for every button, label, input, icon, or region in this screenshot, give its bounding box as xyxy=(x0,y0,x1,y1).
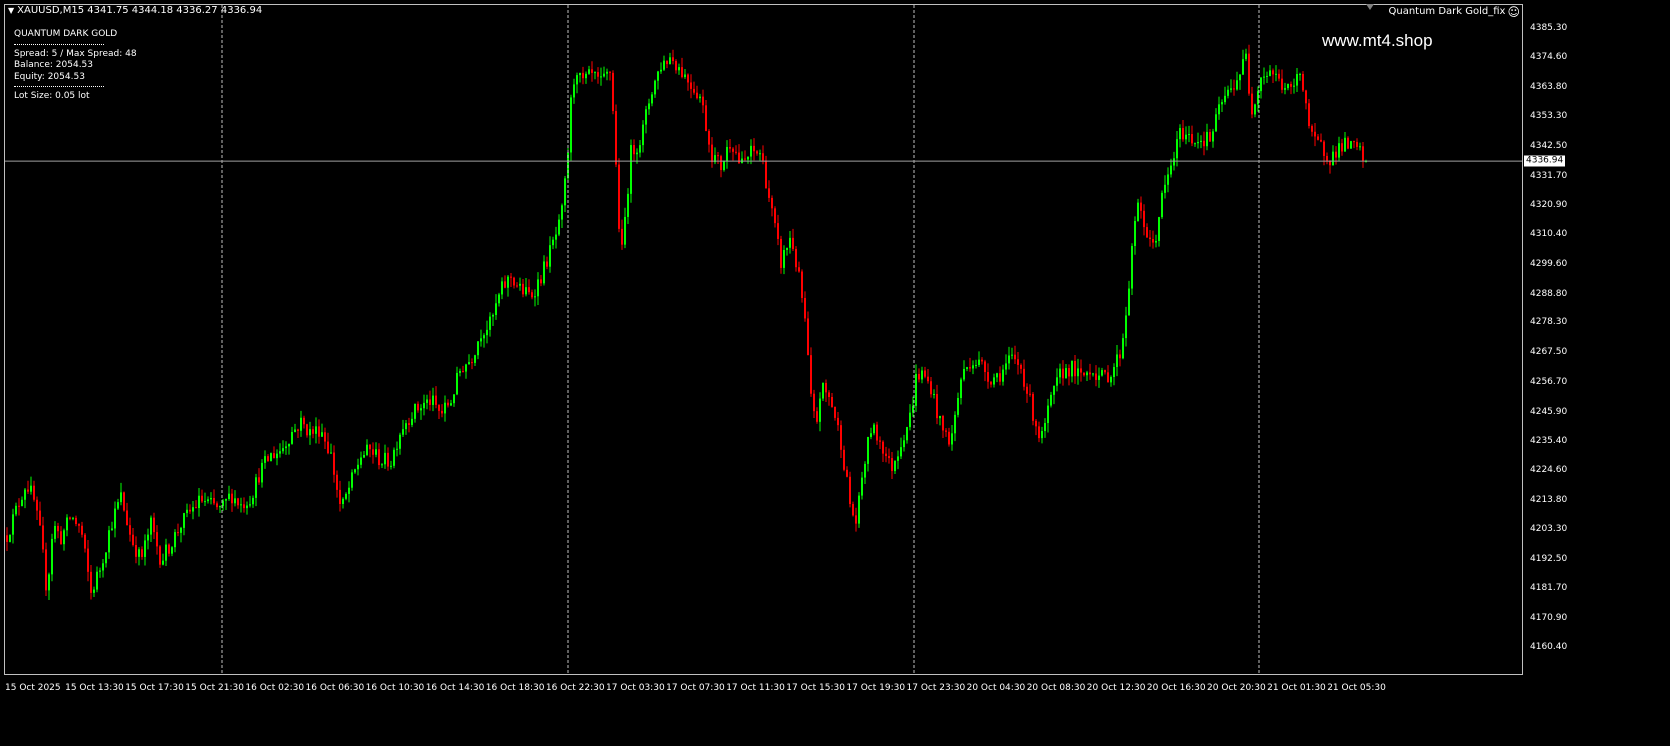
balance-text: Balance: 2054.53 xyxy=(14,60,94,70)
time-axis-label: 17 Oct 07:30 xyxy=(666,683,725,693)
time-axis-label: 16 Oct 14:30 xyxy=(425,683,485,693)
time-axis-label: 17 Oct 03:30 xyxy=(606,683,665,693)
time-axis-label: 20 Oct 16:30 xyxy=(1146,683,1206,693)
spread-text: Spread: 5 / Max Spread: 48 xyxy=(14,48,137,59)
time-axis-label: 21 Oct 05:30 xyxy=(1327,683,1386,693)
smile-icon: ☺ xyxy=(1507,4,1520,19)
price-axis-label: 4192.50 xyxy=(1530,553,1568,564)
time-axis-label: 17 Oct 15:30 xyxy=(786,683,845,693)
time-axis-label: 16 Oct 10:30 xyxy=(365,683,425,693)
price-axis-label: 4363.80 xyxy=(1530,82,1568,93)
price-axis-label: 4310.40 xyxy=(1530,229,1568,240)
price-axis-label: 4299.60 xyxy=(1530,258,1568,269)
equity-text: Equity: 2054.53 xyxy=(14,71,85,82)
chart-menu-icon[interactable]: ▼ xyxy=(8,6,14,15)
panel-title: QUANTUM DARK GOLD xyxy=(14,29,118,39)
price-axis-label: 4385.30 xyxy=(1530,23,1568,33)
symbol-header[interactable]: ▼ XAUUSD,M15 4341.75 4344.18 4336.27 433… xyxy=(8,5,262,16)
price-axis-label: 4374.60 xyxy=(1530,52,1568,63)
price-axis-label: 4213.80 xyxy=(1530,495,1568,506)
time-axis-label: 15 Oct 17:30 xyxy=(125,683,184,693)
time-axis-label: 20 Oct 04:30 xyxy=(966,683,1026,693)
symbol-info: XAUUSD,M15 4341.75 4344.18 4336.27 4336.… xyxy=(17,5,263,16)
expert-advisor-label[interactable]: Quantum Dark Gold_fix ☺ xyxy=(1388,4,1521,19)
bid-price-label: 4336.94 xyxy=(1524,155,1566,167)
price-axis-label: 4353.30 xyxy=(1530,111,1568,122)
time-axis-label: 20 Oct 20:30 xyxy=(1207,683,1266,693)
time-axis-label: 17 Oct 23:30 xyxy=(906,683,966,693)
price-axis-label: 4245.90 xyxy=(1530,406,1568,417)
time-axis-label: 17 Oct 19:30 xyxy=(846,683,906,693)
price-axis-label: 4170.90 xyxy=(1530,613,1568,624)
time-axis-label: 15 Oct 21:30 xyxy=(185,683,244,693)
price-axis-label: 4278.30 xyxy=(1530,317,1568,328)
price-axis-label: 4342.50 xyxy=(1530,140,1568,151)
time-axis-label: 17 Oct 11:30 xyxy=(726,683,785,693)
panel-separator xyxy=(14,43,104,45)
panel-separator xyxy=(14,86,104,87)
price-axis-label: 4235.40 xyxy=(1530,435,1568,446)
time-axis-label: 21 Oct 01:30 xyxy=(1267,683,1326,693)
price-axis-label: 4181.70 xyxy=(1530,583,1568,594)
chart-window[interactable]: ▼ XAUUSD,M15 4341.75 4344.18 4336.27 433… xyxy=(0,0,1670,746)
price-axis-label: 4203.30 xyxy=(1530,523,1568,534)
price-axis-label: 4267.50 xyxy=(1530,347,1568,358)
price-axis-label: 4288.80 xyxy=(1530,288,1568,299)
time-axis-label: 20 Oct 08:30 xyxy=(1026,683,1086,693)
price-axis-label: 4224.60 xyxy=(1530,465,1568,476)
time-axis-label: 15 Oct 13:30 xyxy=(65,683,124,693)
time-axis-label: 16 Oct 02:30 xyxy=(245,683,305,693)
price-axis-label: 4320.90 xyxy=(1530,200,1568,211)
price-axis-label: 4160.40 xyxy=(1530,642,1568,652)
watermark: www.mt4.shop xyxy=(1322,31,1433,50)
time-axis-label: 16 Oct 06:30 xyxy=(305,683,365,693)
time-axis-label: 16 Oct 22:30 xyxy=(545,683,605,693)
ea-info-panel: QUANTUM DARK GOLD Spread: 5 / Max Spread… xyxy=(14,29,137,103)
time-axis-label: 20 Oct 12:30 xyxy=(1086,683,1146,693)
price-axis-label: 4331.70 xyxy=(1530,170,1568,181)
ea-name: Quantum Dark Gold_fix xyxy=(1388,6,1506,17)
time-axis-label: 16 Oct 18:30 xyxy=(485,683,545,693)
time-axis-label: 15 Oct 2025 xyxy=(5,683,61,693)
lot-size-text: Lot Size: 0.05 lot xyxy=(14,91,90,101)
plot-border xyxy=(4,4,1523,675)
chart-shift-marker-icon[interactable] xyxy=(1366,4,1374,10)
price-axis-label: 4256.70 xyxy=(1530,376,1568,387)
